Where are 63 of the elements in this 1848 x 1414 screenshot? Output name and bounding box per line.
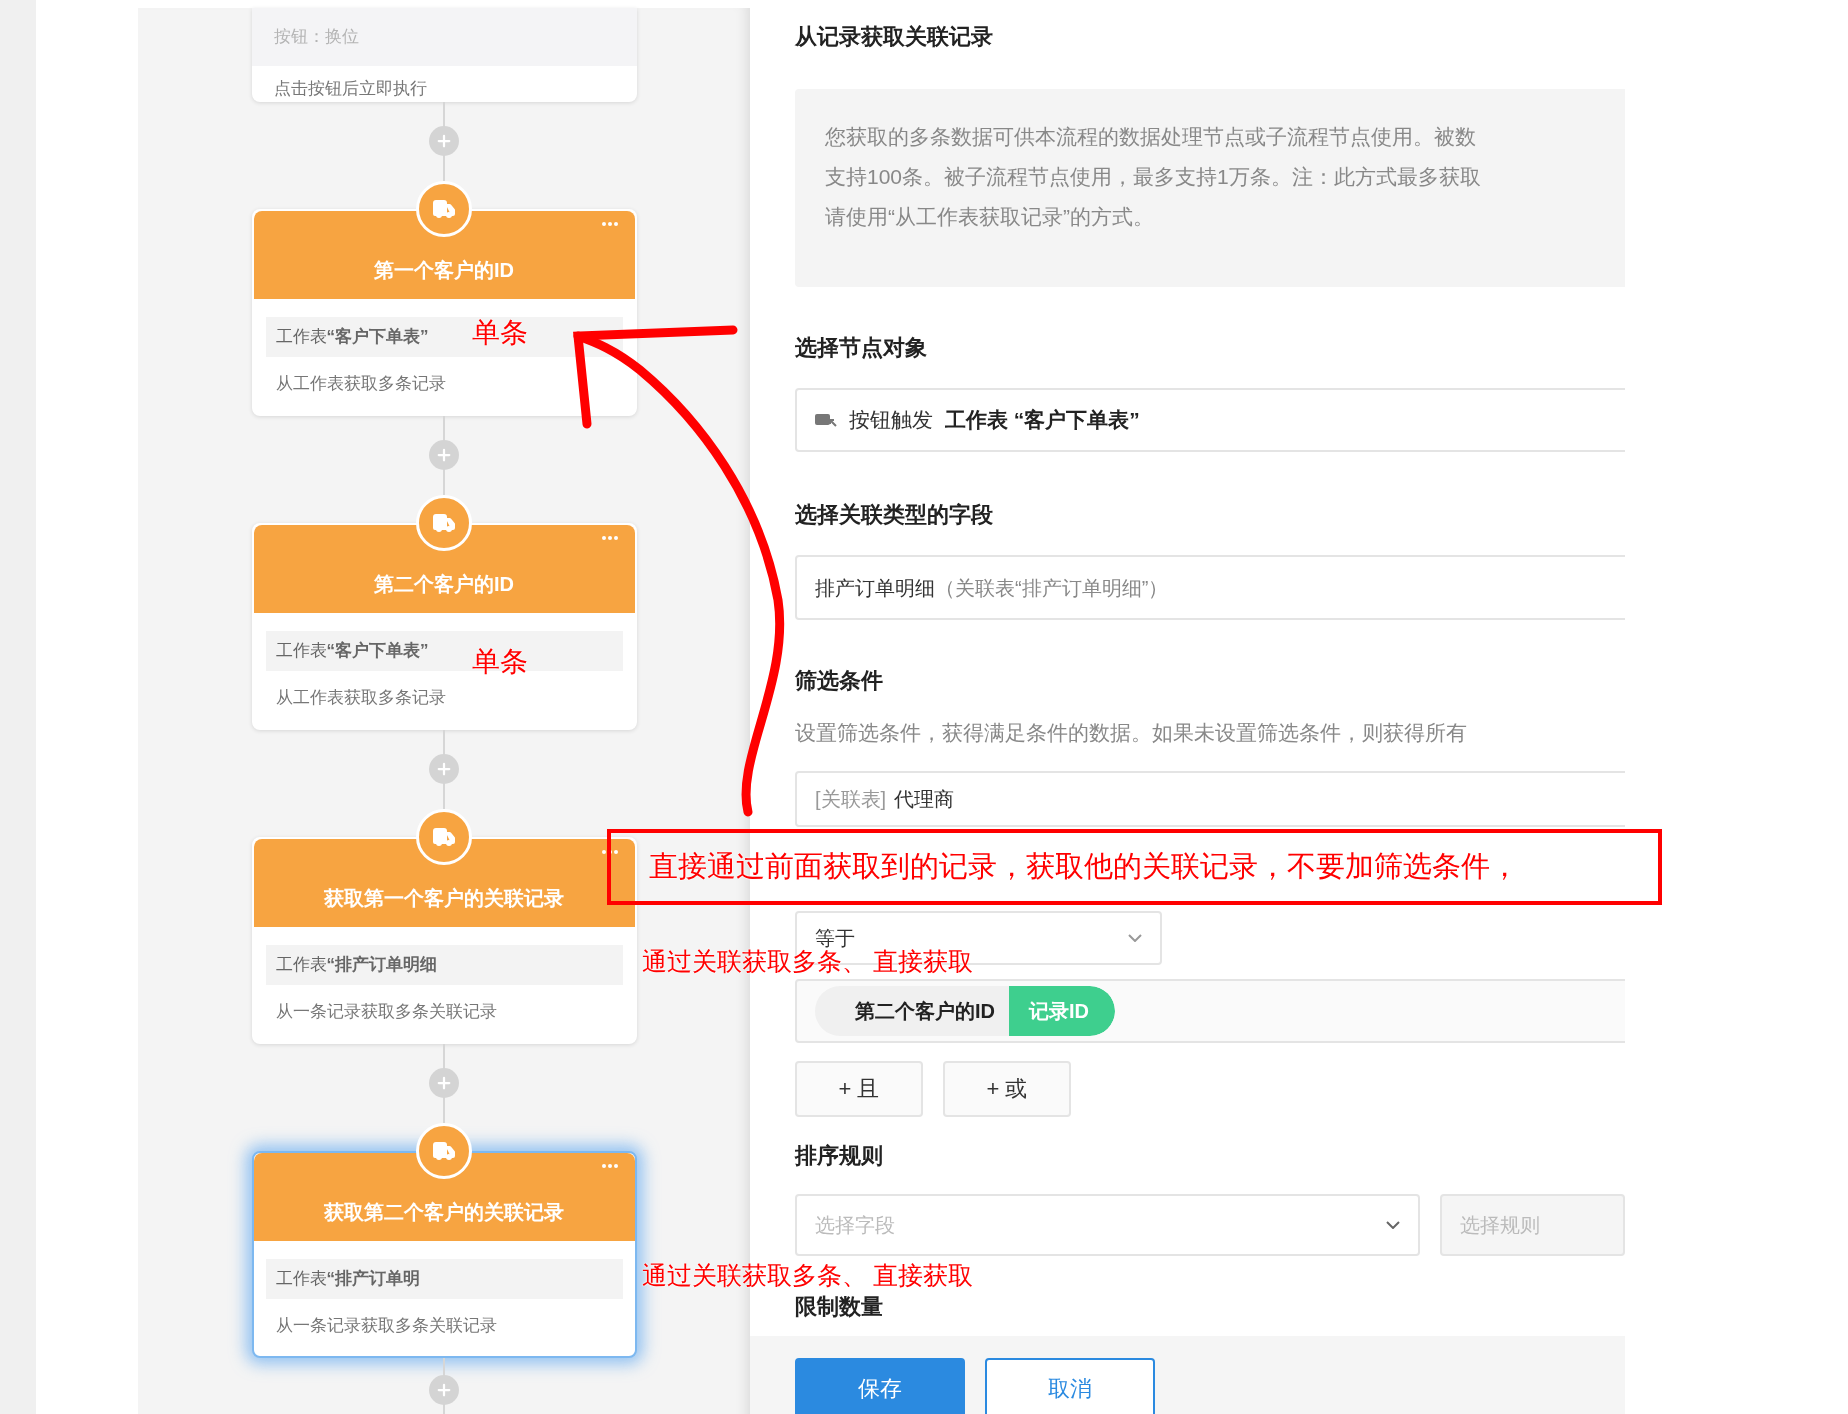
more-icon[interactable] [600, 534, 619, 541]
add-node-button[interactable] [429, 754, 459, 784]
field-value: 排产订单明细 [815, 575, 935, 601]
add-node-button[interactable] [429, 1068, 459, 1098]
annotation-text: 单条 [471, 644, 528, 679]
node-description: 从工作表获取多条记录 [275, 373, 446, 393]
node-source: 工作表“排产订单明细 [275, 953, 437, 976]
field-hint: （关联表“排产订单明细”） [935, 575, 1169, 601]
annotation-box: 直接通过前面获取到的记录，获取他的关联记录，不要加筛选条件， [607, 829, 1662, 905]
relation-field-select[interactable]: 排产订单明细（关联表“排产订单明细”） [795, 555, 1625, 620]
annotation-text: 单条 [471, 315, 528, 350]
chevron-down-icon [1385, 1220, 1400, 1229]
filter-field[interactable]: [关联表] 代理商 [795, 770, 1625, 827]
worksheet-name: 工作表 “客户下单表” [945, 407, 1140, 434]
filter-description: 设置筛选条件，获得满足条件的数据。如果未设置筛选条件，则获得所有 [795, 721, 1467, 744]
section-label: 筛选条件 [795, 668, 883, 693]
notice-text: 请使用“从工作表获取记录”的方式。 [825, 204, 1155, 230]
field-name: 代理商 [894, 786, 955, 812]
more-icon[interactable] [600, 848, 619, 855]
plus-icon [435, 1074, 453, 1092]
node-description: 从一条记录获取多条关联记录 [275, 1001, 497, 1021]
chevron-down-icon [1128, 933, 1142, 942]
add-node-button[interactable] [429, 126, 459, 156]
add-condition-button[interactable]: + 或 [943, 1060, 1071, 1117]
node-source: 工作表“客户下单表” [275, 639, 429, 662]
node-title: 获取第一个客户的关联记录 [324, 885, 564, 911]
more-icon[interactable] [600, 1162, 619, 1169]
node-title: 第二个客户的ID [374, 571, 514, 597]
panel-title: 从记录获取关联记录 [795, 24, 993, 49]
flow-node-card[interactable]: 获取第二个客户的关联记录 工作表“排产订单明 从一条记录获取多条关联记录 [251, 1150, 637, 1358]
section-label: 选择关联类型的字段 [795, 502, 993, 527]
section-label: 选择节点对象 [795, 335, 927, 360]
flow-node-card[interactable]: 获取第一个客户的关联记录 工作表“排产订单明细 从一条记录获取多条关联记录 [251, 836, 637, 1044]
node-description: 从一条记录获取多条关联记录 [275, 1315, 497, 1335]
more-icon[interactable] [600, 220, 619, 227]
node-source: 工作表“客户下单表” [275, 325, 429, 348]
notice-text: 支持100条。被子流程节点使用，最多支持1万条。注：此方式最多获取 [825, 164, 1482, 190]
node-source: 工作表“排产订单明 [275, 1267, 420, 1290]
value-tag: 第二个客户的ID [815, 985, 1009, 1036]
node-description: 从工作表获取多条记录 [275, 687, 446, 707]
trigger-card[interactable]: 按钮：换位 点击按钮后立即执行 [251, 8, 637, 102]
trigger-description: 点击按钮后立即执行 [273, 79, 427, 98]
annotation-text: 通过关联获取多条、 直接获取 [641, 1259, 974, 1291]
add-condition-button[interactable]: + 且 [795, 1060, 923, 1117]
trigger-type: 按钮触发 [849, 407, 933, 434]
notice-text: 您获取的多条数据可供本流程的数据处理节点或子流程节点使用。被数 [825, 124, 1477, 150]
plus-icon [435, 132, 453, 150]
add-node-button[interactable] [429, 440, 459, 470]
section-label: 排序规则 [795, 1142, 883, 1168]
field-tag: [关联表] [815, 783, 887, 814]
value-tag: 记录ID [1009, 985, 1115, 1036]
node-object-field[interactable]: 按钮触发 工作表 “客户下单表” [795, 388, 1625, 452]
cancel-button[interactable]: 取消 [985, 1358, 1155, 1414]
button-trigger-icon [815, 412, 837, 428]
node-title: 获取第二个客户的关联记录 [324, 1199, 564, 1225]
filter-value-field[interactable]: 第二个客户的ID 记录ID [795, 978, 1625, 1043]
section-label: 限制数量 [795, 1293, 883, 1319]
node-title: 第一个客户的ID [374, 257, 514, 283]
add-node-button[interactable] [429, 1374, 459, 1405]
save-button[interactable]: 保存 [795, 1358, 965, 1414]
trigger-title: 按钮：换位 [273, 26, 359, 49]
plus-icon [435, 446, 453, 464]
plus-icon [435, 760, 453, 778]
